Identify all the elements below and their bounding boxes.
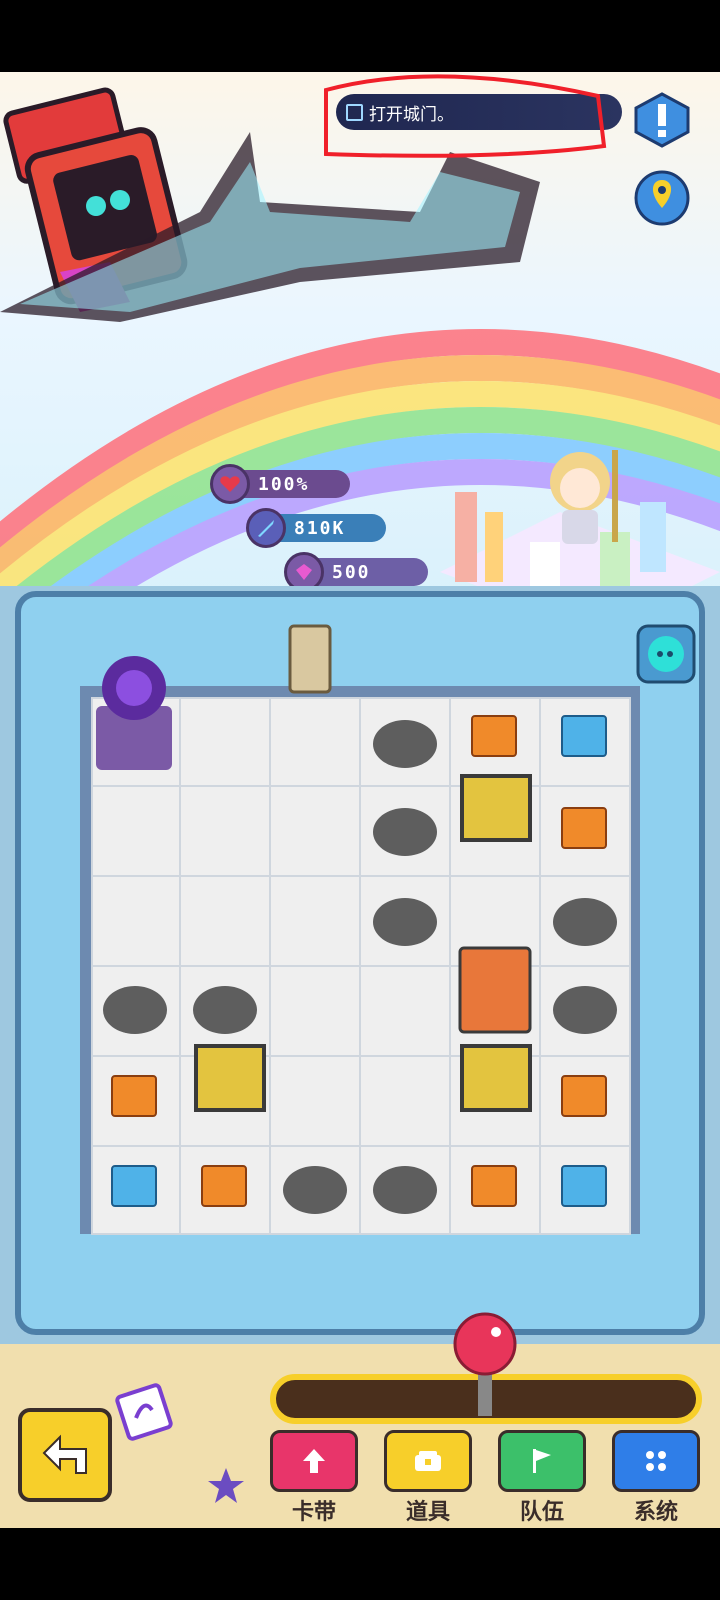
gem-value: 500 xyxy=(332,561,371,583)
gem-stat: 500 xyxy=(284,552,428,592)
cassette-card xyxy=(115,1383,173,1441)
flag-icon xyxy=(533,1449,551,1473)
items-label: 道具 xyxy=(405,1500,450,1525)
sword-icon xyxy=(246,508,286,548)
team-label: 队伍 xyxy=(519,1500,564,1525)
joystick[interactable] xyxy=(450,1310,520,1420)
status-bar xyxy=(0,0,720,72)
back-button[interactable] xyxy=(18,1408,112,1502)
health-value: 100% xyxy=(258,473,310,495)
castle-board xyxy=(0,586,720,1346)
up-arrow-icon xyxy=(303,1449,325,1473)
star-icon xyxy=(208,1468,244,1503)
red-annotation-mark xyxy=(324,74,607,158)
arcade-machine xyxy=(458,946,532,1034)
floor-grid xyxy=(91,697,631,1235)
chat-bubble-icon[interactable] xyxy=(636,624,696,684)
cassette-button[interactable] xyxy=(270,1430,358,1492)
chest-icon xyxy=(415,1451,441,1471)
back-arrow-icon xyxy=(42,1434,87,1474)
system-label: 系统 xyxy=(633,1500,678,1525)
navigation-bar xyxy=(0,1528,720,1600)
portal-vortex xyxy=(96,656,172,770)
attack-stat: 810K xyxy=(246,508,386,548)
items-button[interactable] xyxy=(384,1430,472,1492)
system-button[interactable] xyxy=(612,1430,700,1492)
dots-grid-icon xyxy=(646,1451,666,1471)
heart-icon xyxy=(210,464,250,504)
map-pin-icon[interactable] xyxy=(634,170,690,226)
game-screen: 打开城门。 100% 810K 500 卡带 道具 队伍 系统 xyxy=(0,0,720,1600)
team-button[interactable] xyxy=(498,1430,586,1492)
attack-value: 810K xyxy=(294,517,346,539)
health-stat: 100% xyxy=(210,464,350,504)
castle-gate xyxy=(288,624,332,694)
cassette-label: 卡带 xyxy=(291,1500,336,1525)
exclamation-icon[interactable] xyxy=(634,92,690,148)
